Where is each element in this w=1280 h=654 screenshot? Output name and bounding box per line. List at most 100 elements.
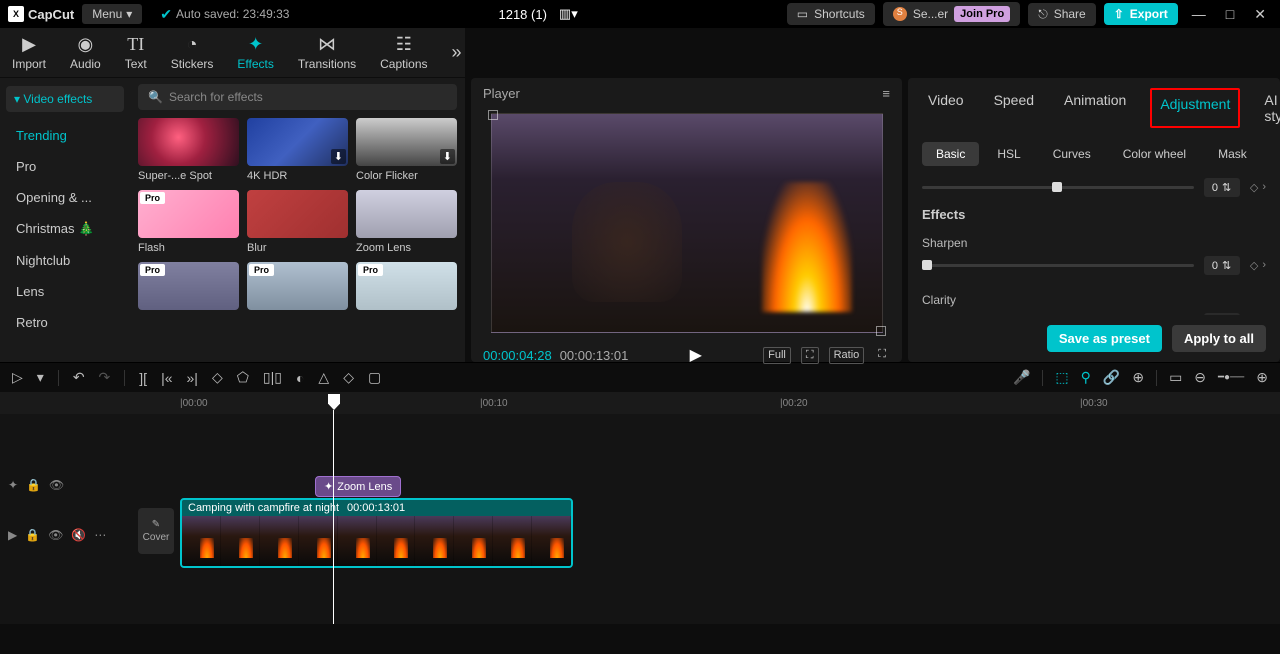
dropdown-icon[interactable]: ▾ [37, 369, 44, 386]
undo-button[interactable]: ↶ [73, 369, 85, 386]
effects-tab[interactable]: ✦Effects [237, 34, 273, 71]
ratio-button[interactable]: Ratio [829, 347, 865, 364]
crop-icon[interactable]: ⛶ [801, 347, 819, 364]
export-button[interactable]: ⇧ Export [1104, 3, 1178, 25]
diamond-icon[interactable]: ◇ [1250, 259, 1258, 272]
subtab-basic[interactable]: Basic [922, 142, 979, 166]
cat-pro[interactable]: Pro [6, 151, 124, 182]
shortcuts-button[interactable]: ▭ Shortcuts [787, 3, 875, 25]
trim-right-tool[interactable]: »| [187, 370, 198, 386]
cat-nightclub[interactable]: Nightclub [6, 245, 124, 276]
share-button[interactable]: ⎋ Share [1028, 3, 1096, 26]
import-tab[interactable]: ▶Import [12, 34, 46, 71]
cat-lens[interactable]: Lens [6, 276, 124, 307]
effect-item[interactable]: Zoom Lens [356, 190, 457, 254]
player-viewport[interactable] [471, 109, 902, 337]
cover-button[interactable]: ✎ Cover [138, 508, 174, 554]
save-preset-button[interactable]: Save as preset [1047, 325, 1162, 352]
mute-icon[interactable]: 🔇 [71, 528, 86, 542]
slider-track[interactable] [922, 186, 1194, 189]
subtab-colorwheel[interactable]: Color wheel [1109, 142, 1200, 166]
pointer-tool[interactable]: ▷ [12, 369, 23, 386]
zoom-fit[interactable]: ▭ [1169, 369, 1182, 386]
menu-button[interactable]: Menu ▾ [82, 4, 142, 24]
text-tab[interactable]: TIText [125, 34, 147, 71]
effect-item[interactable] [247, 262, 348, 314]
frame-tool[interactable]: ▢ [368, 369, 381, 386]
video-clip[interactable]: Camping with campfire at night 00:00:13:… [180, 498, 573, 568]
audio-tab[interactable]: ◉Audio [70, 34, 101, 71]
effect-item[interactable]: Flash [138, 190, 239, 254]
play-button[interactable]: ▶ [690, 345, 702, 365]
tab-adjustment[interactable]: Adjustment [1150, 88, 1240, 128]
mirror-tool[interactable]: △ [318, 369, 329, 386]
crop-tool[interactable]: ◇ [212, 369, 223, 386]
effect-item[interactable]: Super-...e Spot [138, 118, 239, 182]
zoom-in[interactable]: ⊕ [1256, 369, 1268, 386]
subtab-curves[interactable]: Curves [1039, 142, 1105, 166]
minimize-button[interactable]: — [1186, 6, 1212, 22]
subtab-mask[interactable]: Mask [1204, 142, 1261, 166]
tab-ai-stylize[interactable]: AI styliz [1258, 88, 1280, 128]
slider-thumb[interactable] [922, 260, 932, 270]
maximize-button[interactable]: □ [1220, 6, 1240, 22]
link-tool[interactable]: 🔗 [1103, 369, 1120, 386]
slider-value[interactable]: 0⇅ [1204, 178, 1240, 197]
video-effects-header[interactable]: ▾ Video effects [6, 86, 124, 112]
zoom-slider[interactable]: ━●── [1218, 372, 1244, 383]
video-track-icon[interactable]: ▶ [8, 528, 17, 542]
sharpen-value[interactable]: 0⇅ [1204, 256, 1240, 275]
stepper-icon[interactable]: ⇅ [1222, 181, 1231, 194]
more-icon[interactable]: ⋯ [94, 528, 106, 542]
full-button[interactable]: Full [763, 347, 791, 364]
close-button[interactable]: ✕ [1248, 6, 1272, 23]
cat-trending[interactable]: Trending [6, 120, 124, 151]
align-tool[interactable]: ⊕ [1132, 369, 1144, 386]
menu-icon[interactable]: ≡ [882, 86, 890, 101]
subtab-hsl[interactable]: HSL [983, 142, 1034, 166]
eye-icon[interactable]: 👁 [48, 528, 63, 542]
cat-christmas[interactable]: Christmas 🎄 [6, 213, 124, 245]
stepper-icon[interactable]: ⇅ [1222, 259, 1231, 272]
rotate-tool[interactable]: ◇ [343, 369, 354, 386]
tab-video[interactable]: Video [922, 88, 970, 128]
redo-button[interactable]: ↷ [99, 369, 111, 386]
trim-left-tool[interactable]: |« [161, 370, 172, 386]
join-pro-badge[interactable]: Join Pro [954, 6, 1010, 22]
effect-item[interactable]: ⬇Color Flicker [356, 118, 457, 182]
chevron-right-icon[interactable]: › [1262, 259, 1266, 272]
search-input[interactable]: 🔍 Search for effects [138, 84, 457, 110]
magnet-tool[interactable]: ⚲ [1081, 369, 1091, 386]
layout-icon[interactable]: ▥▾ [559, 6, 578, 22]
user-button[interactable]: S Se...er Join Pro [883, 2, 1020, 26]
effect-item[interactable]: Blur [247, 190, 348, 254]
playhead-line[interactable] [333, 410, 334, 624]
diamond-icon[interactable]: ◇ [1250, 181, 1258, 194]
more-tabs-button[interactable]: » [452, 42, 462, 63]
cat-opening[interactable]: Opening & ... [6, 182, 124, 213]
lock-icon[interactable]: 🔒 [26, 478, 41, 492]
snap-tool[interactable]: ⬚ [1055, 369, 1068, 386]
chevron-right-icon[interactable]: › [1262, 181, 1266, 194]
cat-retro[interactable]: Retro [6, 307, 124, 338]
effect-item[interactable]: ⬇4K HDR [247, 118, 348, 182]
timeline[interactable]: |00:00 |00:10 |00:20 |00:30 ✦ 🔒 👁 ▶ 🔒 👁 … [0, 392, 1280, 624]
tab-speed[interactable]: Speed [988, 88, 1040, 128]
sharpen-slider[interactable] [922, 264, 1194, 267]
transitions-tab[interactable]: ⋈Transitions [298, 34, 356, 71]
speed-tool[interactable]: ◐ [296, 370, 304, 386]
mic-button[interactable]: 🎤 [1013, 369, 1030, 386]
captions-tab[interactable]: ☷Captions [380, 34, 427, 71]
apply-all-button[interactable]: Apply to all [1172, 325, 1266, 352]
flip-tool[interactable]: ▯|▯ [263, 369, 282, 386]
playhead-handle[interactable] [328, 394, 340, 410]
eye-icon[interactable]: 👁 [49, 478, 64, 492]
lock-icon[interactable]: 🔒 [25, 528, 40, 542]
effect-track-icon[interactable]: ✦ [8, 478, 18, 492]
tab-animation[interactable]: Animation [1058, 88, 1132, 128]
split-tool[interactable]: ]​[ [139, 370, 147, 386]
slider-thumb[interactable] [1052, 182, 1062, 192]
effect-item[interactable] [138, 262, 239, 314]
effect-clip[interactable]: ✦ Zoom Lens [315, 476, 401, 497]
stickers-tab[interactable]: ◔Stickers [171, 34, 214, 71]
